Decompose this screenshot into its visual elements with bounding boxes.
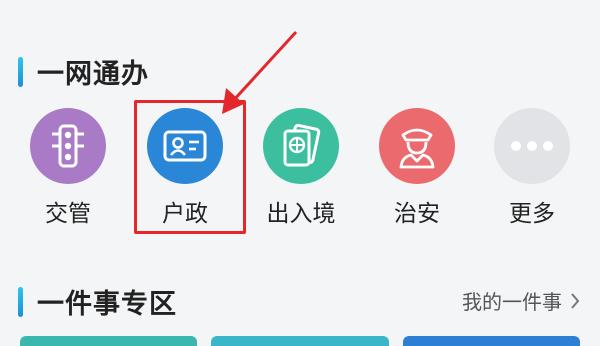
more-dots-icon[interactable] (494, 108, 570, 184)
service-label-more: 更多 (509, 201, 555, 227)
title-accent-bar (18, 286, 23, 317)
title-accent-bar (18, 56, 23, 87)
card[interactable] (211, 336, 389, 346)
section-title-one-stop: 一网通办 (18, 52, 149, 91)
section-title-text: 一件事专区 (37, 289, 177, 320)
service-traffic[interactable]: 交管 (23, 108, 113, 228)
service-more[interactable]: 更多 (487, 108, 577, 228)
my-one-thing-link[interactable]: 我的一件事 (462, 286, 580, 315)
card[interactable] (20, 336, 198, 346)
service-label-public-security: 治安 (394, 201, 440, 227)
traffic-light-icon[interactable] (30, 108, 106, 184)
one-thing-cards (20, 336, 580, 346)
section-title-one-thing-zone: 一件事专区 (18, 282, 177, 321)
card[interactable] (402, 336, 580, 346)
service-exit-entry[interactable]: 出入境 (256, 108, 346, 228)
highlight-box (134, 100, 246, 234)
service-label-exit-entry: 出入境 (266, 201, 336, 227)
pointer-arrow-icon (222, 30, 298, 114)
service-label-traffic: 交管 (45, 201, 91, 227)
chevron-right-icon (571, 292, 580, 309)
police-officer-icon[interactable] (379, 108, 455, 184)
section-title-text: 一网通办 (37, 59, 149, 90)
service-public-security[interactable]: 治安 (372, 108, 462, 228)
my-one-thing-label: 我的一件事 (462, 290, 562, 314)
